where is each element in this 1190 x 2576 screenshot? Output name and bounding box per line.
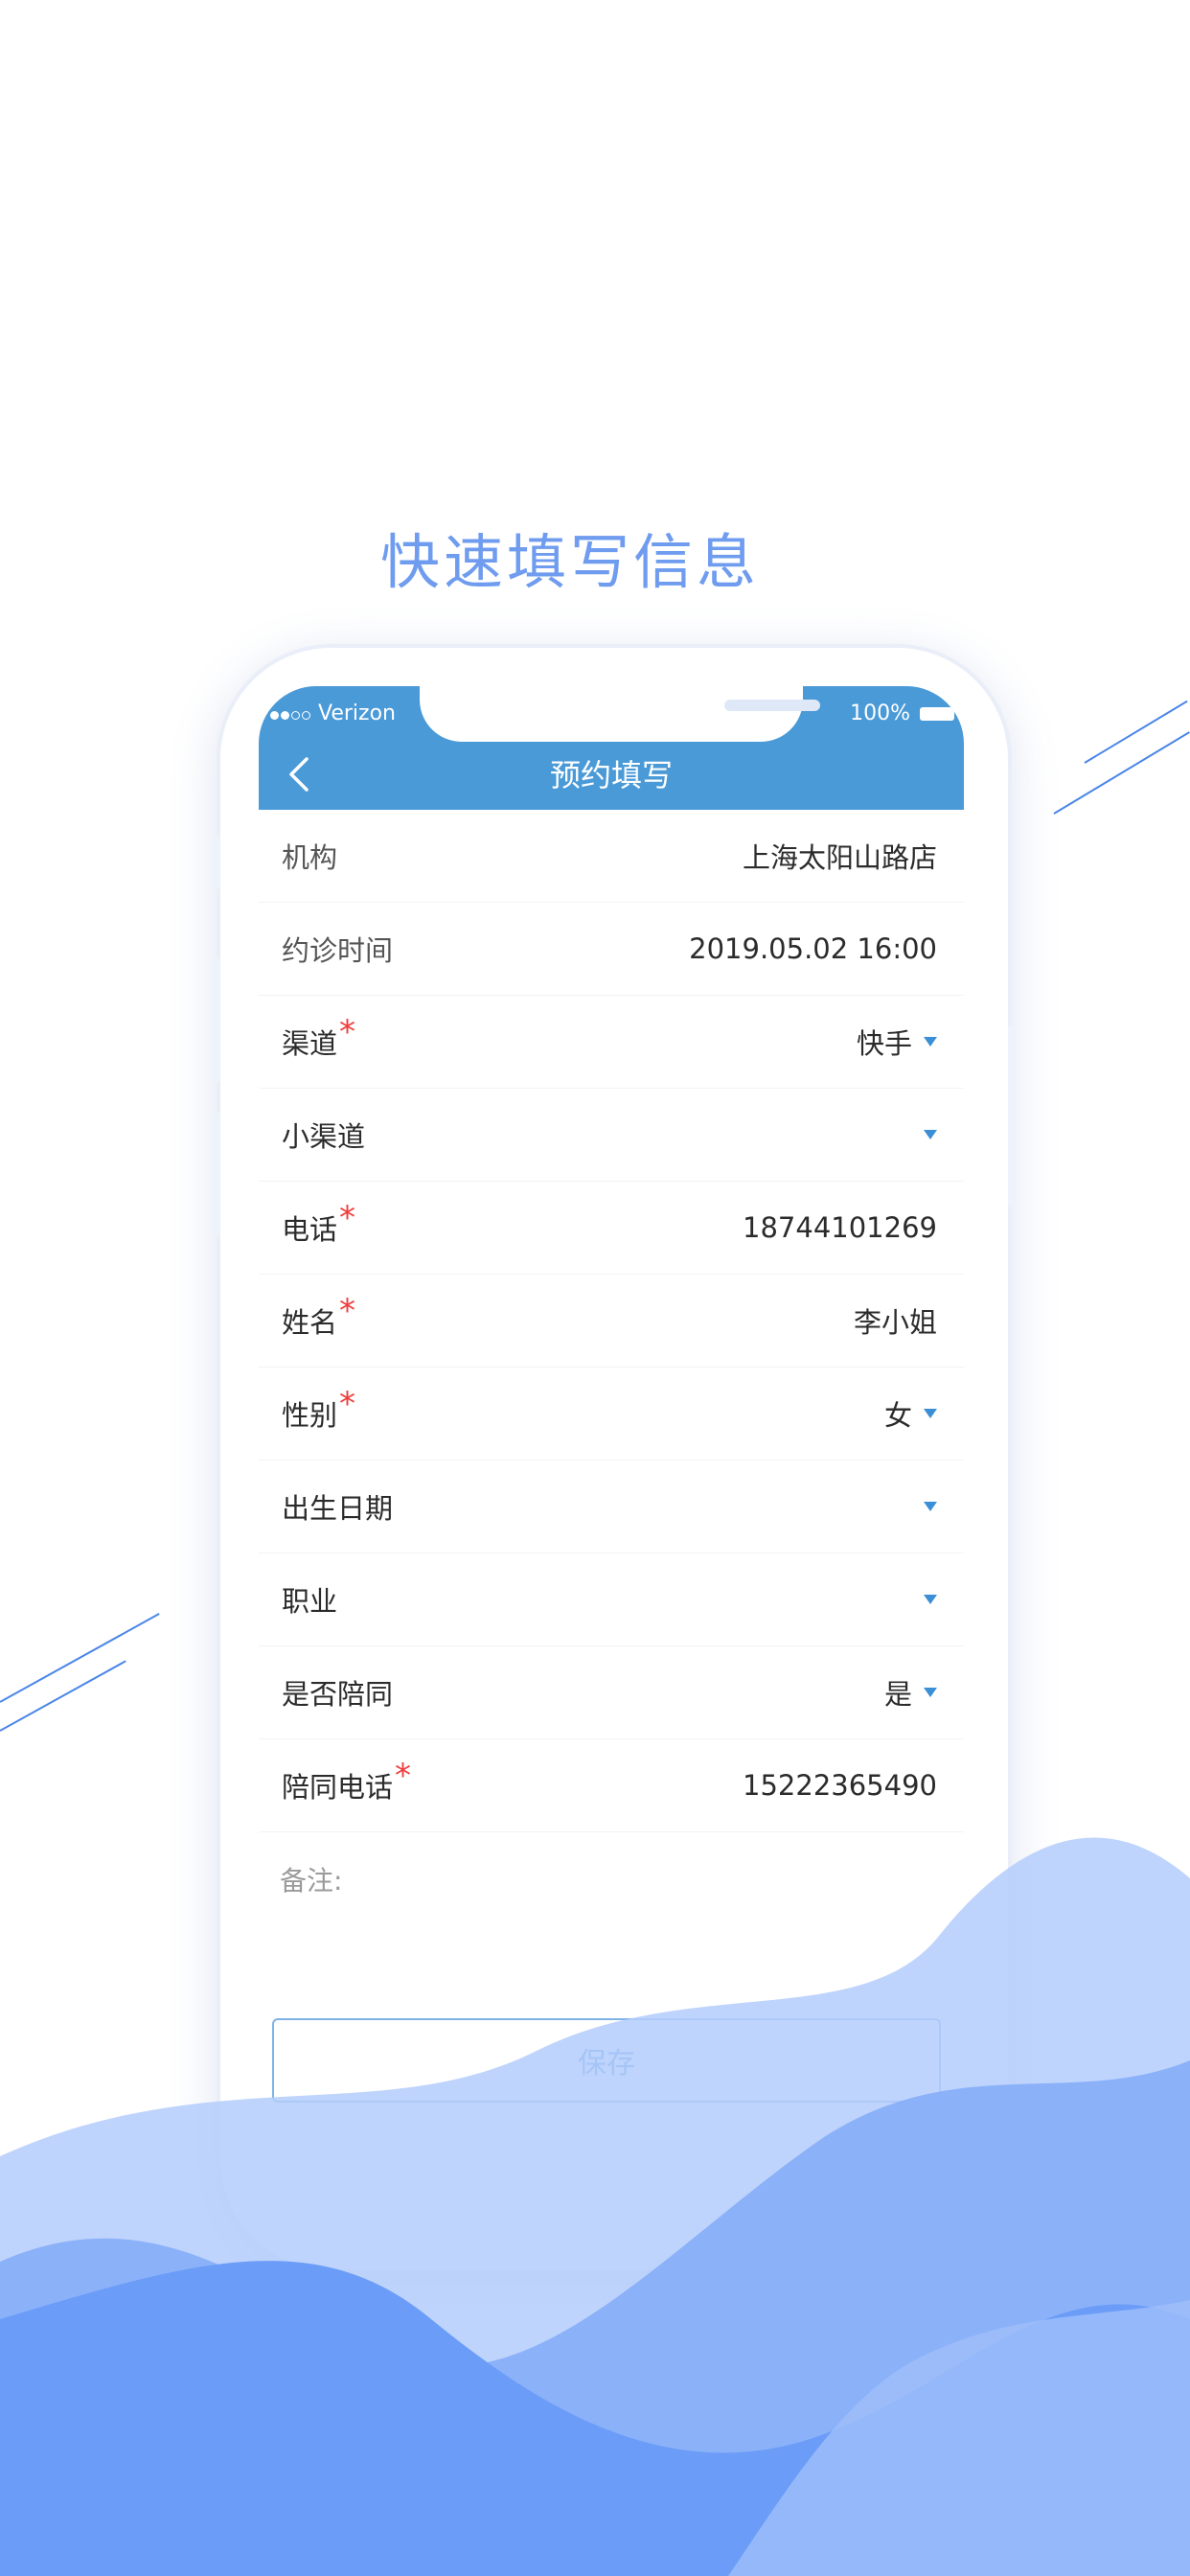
phone-side-button (1008, 1025, 1016, 1208)
row-label: 渠道 * (282, 1013, 356, 1060)
row-value: 15222365490 (743, 1769, 937, 1802)
headline: 快速填写信息 (379, 527, 760, 597)
battery-percent: 100% (850, 702, 910, 725)
form-row-phone[interactable]: 电话 * 18744101269 (259, 1182, 964, 1275)
decor-line (0, 1660, 126, 1732)
row-value: 18744101269 (743, 1211, 937, 1244)
phone-side-button (213, 958, 220, 1083)
row-value: 李小姐 (853, 1306, 937, 1339)
row-value (912, 1502, 937, 1511)
note-field[interactable]: 备注: (280, 1860, 342, 1898)
required-mark: * (339, 1385, 356, 1423)
required-mark: * (339, 1292, 356, 1330)
dropdown-caret-icon (924, 1688, 937, 1697)
battery-icon (920, 706, 954, 721)
phone-notch (420, 686, 820, 742)
row-label: 约诊时间 (282, 934, 394, 967)
row-label: 陪同电话 * (282, 1757, 412, 1804)
form-row-sub-channel[interactable]: 小渠道 (259, 1089, 964, 1182)
form-row-birth-date[interactable]: 出生日期 (259, 1460, 964, 1553)
decor-line (1053, 731, 1190, 815)
form-row-occupation[interactable]: 职业 (259, 1553, 964, 1646)
wave-highlight (728, 2300, 1190, 2576)
row-label: 姓名 * (282, 1292, 356, 1339)
save-button[interactable]: 保存 (272, 2018, 941, 2103)
status-battery: 100% (850, 702, 954, 725)
row-label: 是否陪同 (282, 1678, 394, 1711)
decor-line (0, 1613, 160, 1703)
row-value: 上海太阳山路店 (742, 841, 937, 874)
appointment-form: 机构 上海太阳山路店 约诊时间 2019.05.02 16:00 渠道 * 快手 … (259, 810, 964, 1832)
dropdown-caret-icon (924, 1037, 937, 1046)
required-mark: * (395, 1757, 412, 1795)
page-title: 预约填写 (549, 757, 673, 794)
form-row-appointment-time[interactable]: 约诊时间 2019.05.02 16:00 (259, 903, 964, 996)
wave-front (0, 2261, 1190, 2576)
row-value: 2019.05.02 16:00 (689, 932, 937, 965)
phone-screen: Verizon 100% 预约填写 机构 上海太阳山路店 约诊时间 2019.0… (259, 686, 964, 2224)
row-value: 是 (884, 1672, 937, 1713)
row-value (912, 1130, 937, 1139)
row-value: 快手 (857, 1022, 937, 1062)
carrier-name: Verizon (318, 702, 396, 725)
form-row-accompanied[interactable]: 是否陪同 是 (259, 1646, 964, 1739)
status-carrier: Verizon (270, 702, 396, 725)
dropdown-caret-icon (924, 1502, 937, 1511)
required-mark: * (339, 1199, 356, 1237)
row-value (912, 1595, 937, 1604)
form-row-channel[interactable]: 渠道 * 快手 (259, 996, 964, 1089)
row-label: 性别 * (282, 1385, 356, 1432)
row-label: 出生日期 (282, 1492, 394, 1525)
form-row-institution[interactable]: 机构 上海太阳山路店 (259, 810, 964, 903)
required-mark: * (339, 1013, 356, 1051)
form-row-companion-phone[interactable]: 陪同电话 * 15222365490 (259, 1739, 964, 1832)
speaker (724, 700, 820, 711)
phone-side-button (213, 1112, 220, 1236)
decor-line (1084, 700, 1188, 764)
signal-icon (270, 702, 312, 725)
form-row-name[interactable]: 姓名 * 李小姐 (259, 1275, 964, 1368)
row-label: 职业 (282, 1585, 338, 1618)
dropdown-caret-icon (924, 1409, 937, 1418)
row-value: 女 (884, 1393, 937, 1434)
row-label: 小渠道 (282, 1120, 366, 1153)
form-row-gender[interactable]: 性别 * 女 (259, 1368, 964, 1460)
dropdown-caret-icon (924, 1595, 937, 1604)
row-label: 电话 * (282, 1199, 356, 1246)
dropdown-caret-icon (924, 1130, 937, 1139)
row-label: 机构 (282, 841, 338, 874)
phone-side-button (213, 836, 220, 889)
